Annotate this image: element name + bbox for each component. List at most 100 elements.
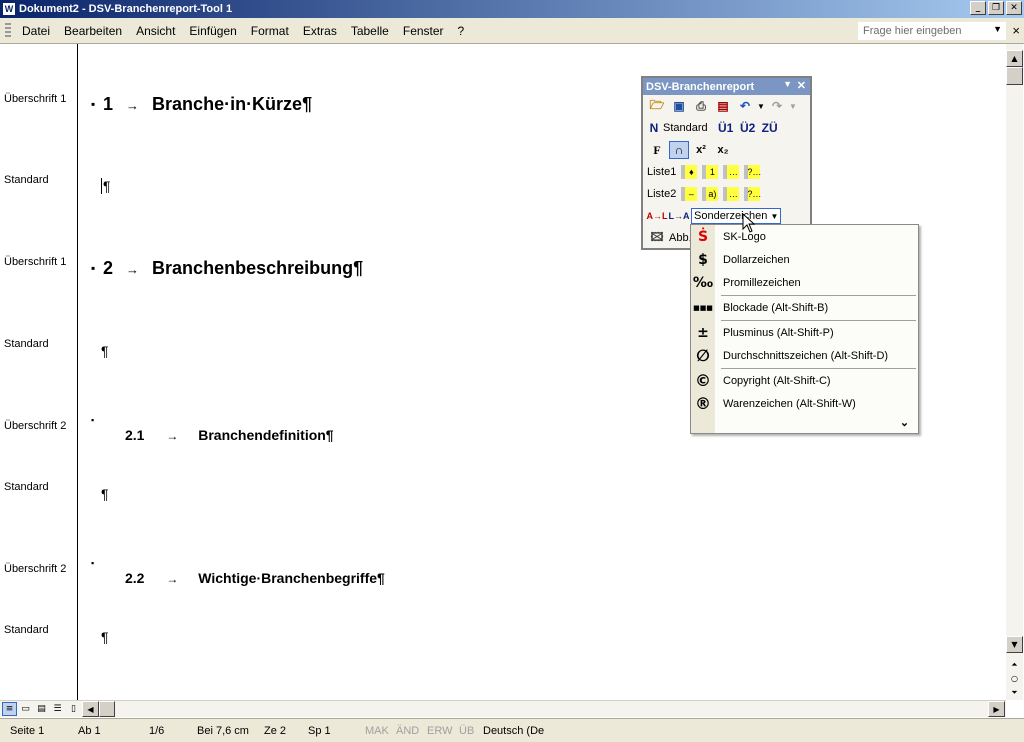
toolbar-title-bar[interactable]: DSV-Branchenreport ▼ ✕ <box>643 78 810 95</box>
menu-fenster[interactable]: Fenster <box>396 24 451 38</box>
status-position: Bei 7,6 cm <box>197 724 249 737</box>
menu-item-durchschnitt[interactable]: ∅ Durchschnittszeichen (Alt-Shift-D) <box>691 344 918 367</box>
toolbar-close-icon[interactable]: ✕ <box>797 79 806 92</box>
web-layout-icon[interactable]: ▭ <box>18 702 33 716</box>
status-overtype[interactable]: ÜB <box>459 725 474 737</box>
menu-datei[interactable]: Datei <box>15 24 57 38</box>
standard-style-button[interactable]: Standard <box>663 122 708 134</box>
undo-dropdown-icon[interactable]: ▼ <box>757 97 765 115</box>
menu-bearbeiten[interactable]: Bearbeiten <box>57 24 129 38</box>
sonderzeichen-dropdown[interactable]: Sonderzeichen ▼ <box>691 208 782 224</box>
close-button[interactable]: ✕ <box>1006 1 1022 15</box>
liste2-letter-icon[interactable]: a) <box>702 187 719 201</box>
print-icon[interactable]: ⎙ <box>691 97 711 115</box>
heading-2[interactable]: 2 → Branchenbeschreibung¶ <box>103 258 363 279</box>
heading2-button[interactable]: Ü2 <box>738 119 758 137</box>
heading-2-2[interactable]: 2.2 → Wichtige·Branchenbegriffe¶ <box>125 570 385 586</box>
subscript-icon[interactable]: x₂ <box>713 141 733 159</box>
menu-item-promille[interactable]: ‰ Promillezeichen <box>691 271 918 294</box>
liste2-indent-icon[interactable]: … <box>723 187 740 201</box>
heading-number: 2 <box>103 258 114 278</box>
menu-ansicht[interactable]: Ansicht <box>129 24 182 38</box>
restore-button[interactable]: ❐ <box>988 1 1004 15</box>
menu-item-blockade[interactable]: ■■■ Blockade (Alt-Shift-B) <box>691 296 918 319</box>
text-cursor-paragraph[interactable]: ¶ <box>101 178 111 194</box>
liste1-indent-icon[interactable]: … <box>723 165 740 179</box>
outline-view-icon[interactable]: ☰ <box>50 702 65 716</box>
liste1-number-icon[interactable]: 1 <box>702 165 719 179</box>
status-macro[interactable]: MAK <box>365 725 389 737</box>
menu-format[interactable]: Format <box>244 24 296 38</box>
horizontal-scrollbar[interactable]: ≡ ▭ ▤ ☰ ▯ ◀ ▶ <box>0 700 1006 717</box>
scroll-right-button[interactable]: ▶ <box>988 701 1005 717</box>
image-icon[interactable]: 🖾 <box>647 229 667 247</box>
standard-style-icon[interactable]: N <box>647 119 661 137</box>
chevron-down-icon: ▼ <box>770 212 779 221</box>
status-column: Sp 1 <box>308 724 331 737</box>
scroll-down-button[interactable]: ▼ <box>1006 636 1023 653</box>
scroll-left-button[interactable]: ◀ <box>82 701 99 717</box>
liste2-more-icon[interactable]: ?… <box>744 187 761 201</box>
reading-view-icon[interactable]: ▯ <box>66 702 81 716</box>
redo-dropdown-icon[interactable]: ▼ <box>789 97 797 115</box>
bullet-mark: ▪ <box>91 558 95 568</box>
empty-paragraph[interactable]: ¶ <box>101 343 109 359</box>
nonbreaking-icon[interactable]: ∩ <box>669 141 689 159</box>
copyright-icon: © <box>695 371 711 390</box>
heading-1[interactable]: 1 → Branche·in·Kürze¶ <box>103 94 312 115</box>
status-track-changes[interactable]: ÄND <box>396 725 419 737</box>
minimize-button[interactable]: _ <box>970 1 986 15</box>
word-app-icon[interactable]: W <box>2 2 16 16</box>
toolbar-options-icon[interactable]: ▼ <box>783 79 792 89</box>
scroll-up-button[interactable]: ▲ <box>1006 50 1023 67</box>
dollar-icon: $ <box>698 251 708 268</box>
heading1-button[interactable]: Ü1 <box>716 119 736 137</box>
print-layout-icon[interactable]: ▤ <box>34 702 49 716</box>
status-extend[interactable]: ERW <box>427 725 452 737</box>
menu-grip[interactable] <box>5 22 11 39</box>
bold-button[interactable]: F <box>647 141 667 159</box>
redo-icon[interactable]: ↷ <box>767 97 787 115</box>
normal-view-icon[interactable]: ≡ <box>2 702 17 716</box>
liste2-label: Liste2 <box>647 188 677 200</box>
vertical-scrollbar[interactable]: ▲ ▼ ⏶ ○ ⏷ <box>1006 44 1023 700</box>
empty-paragraph[interactable]: ¶ <box>101 629 109 645</box>
sonderzeichen-menu: Ṡ SK-Logo $ Dollarzeichen ‰ Promillezeic… <box>690 224 919 434</box>
a-to-l-icon[interactable]: A→L <box>647 207 668 225</box>
next-page-icon[interactable]: ⏷ <box>1006 684 1023 701</box>
liste1-bullet-icon[interactable]: ♦ <box>681 165 698 179</box>
menu-expand[interactable]: ⌄ <box>691 413 918 431</box>
heading-zu-button[interactable]: ZÜ <box>760 119 780 137</box>
ask-dropdown-icon[interactable]: ▼ <box>993 24 1002 34</box>
menu-item-sk-logo[interactable]: Ṡ SK-Logo <box>691 225 918 248</box>
heading-text: Wichtige·Branchenbegriffe¶ <box>198 570 385 586</box>
menu-item-dollar[interactable]: $ Dollarzeichen <box>691 248 918 271</box>
open-folder-icon[interactable]: 🗁 <box>647 97 667 115</box>
menu-tabelle[interactable]: Tabelle <box>344 24 396 38</box>
h-scroll-thumb[interactable] <box>99 701 115 717</box>
status-language[interactable]: Deutsch (De <box>483 725 544 737</box>
superscript-icon[interactable]: x² <box>691 141 711 159</box>
scroll-thumb[interactable] <box>1006 67 1023 85</box>
abb-button[interactable]: Abb. <box>669 232 692 244</box>
style-label: Überschrift 1 <box>4 256 67 268</box>
menu-item-registered[interactable]: ® Warenzeichen (Alt-Shift-W) <box>691 392 918 415</box>
save-icon[interactable]: ▣ <box>669 97 689 115</box>
menu-einfuegen[interactable]: Einfügen <box>182 24 243 38</box>
menu-help[interactable]: ? <box>451 24 472 38</box>
ask-question-input[interactable]: Frage hier eingeben <box>858 22 1006 40</box>
empty-paragraph[interactable]: ¶ <box>101 486 109 502</box>
style-label: Standard <box>4 174 49 186</box>
menu-extras[interactable]: Extras <box>296 24 344 38</box>
style-label: Standard <box>4 338 49 350</box>
undo-icon[interactable]: ↶ <box>735 97 755 115</box>
heading-2-1[interactable]: 2.1 → Branchendefinition¶ <box>125 427 334 443</box>
l-to-a-icon[interactable]: L→A <box>669 207 690 225</box>
menu-item-plusminus[interactable]: ± Plusminus (Alt-Shift-P) <box>691 321 918 344</box>
menu-item-copyright[interactable]: © Copyright (Alt-Shift-C) <box>691 369 918 392</box>
document-close-icon[interactable]: × <box>1012 23 1020 38</box>
liste2-dash-icon[interactable]: – <box>681 187 698 201</box>
style-label: Standard <box>4 624 49 636</box>
liste1-more-icon[interactable]: ?… <box>744 165 761 179</box>
preview-icon[interactable]: ▤ <box>713 97 733 115</box>
